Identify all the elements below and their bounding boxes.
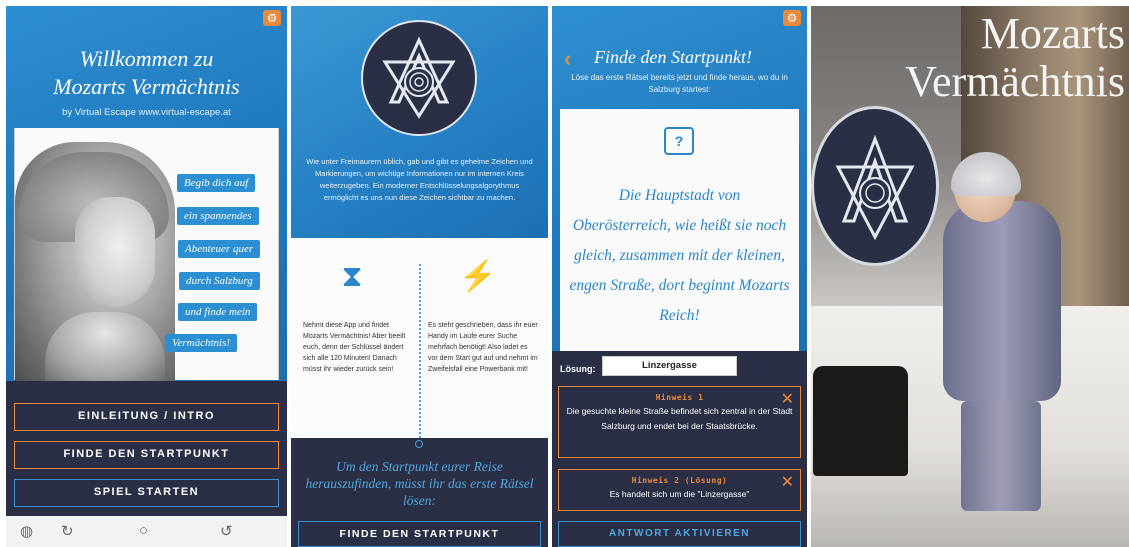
find-startpoint-button[interactable]: FINDE DEN STARTPUNKT (298, 521, 541, 547)
android-navbar: ◍ ↻ ○ ↺ (6, 516, 287, 547)
chevron-left-icon[interactable]: ‹ (564, 46, 571, 72)
time-warning-text: Nehmt diese App und findet Mozarts Vermä… (303, 322, 406, 373)
speech-bubble-4: durch Salzburg (179, 272, 260, 290)
ar-mozart-legs (961, 401, 1041, 511)
hint-1-title: Hinweis 1 (655, 393, 704, 402)
app-icon[interactable]: ◍ (20, 522, 33, 540)
speech-bubble-2: ein spannendes (177, 207, 259, 225)
riddle-screen: ⚙ ‹ Finde den Startpunkt! Löse das erste… (552, 6, 807, 547)
info-section: ⧗ ⚡ Nehmt diese App und findet Mozarts V… (291, 238, 548, 438)
hint-2-title: Hinweis 2 (Lösung) (631, 476, 728, 485)
answer-area: Lösung: Linzergasse Hinweis 1 Die gesuch… (552, 351, 807, 547)
riddle-call-to-action: Um den Startpunkt eurer Reise herauszufi… (305, 459, 534, 508)
intro-header: Wie unter Freimaurern üblich, gab und gi… (291, 6, 548, 238)
intro-screen: Wie unter Freimaurern üblich, gab und gi… (291, 6, 548, 547)
header-area: ⚙ Willkommen zu Mozarts Vermächtnis by V… (6, 6, 287, 382)
solution-label: Lösung: (560, 364, 596, 374)
hint-card-1: Hinweis 1 Die gesuchte kleine Straße bef… (558, 386, 801, 458)
start-game-button[interactable]: SPIEL STARTEN (14, 479, 279, 507)
home-icon[interactable]: ○ (139, 522, 148, 539)
portrait-card: Begib dich auf ein spannendes Abenteuer … (14, 128, 279, 382)
screenshot-collage: ⚙ Willkommen zu Mozarts Vermächtnis by V… (0, 0, 1129, 547)
riddle-card: ? Die Hauptstadt von Oberösterreich, wie… (560, 109, 799, 351)
close-icon[interactable]: ✕ (781, 472, 794, 492)
hint-2-text: Es handelt sich um die "Linzergasse" (609, 489, 750, 499)
speech-bubble-5: und finde mein (178, 303, 258, 321)
page-title: Finde den Startpunkt! (594, 47, 752, 67)
ar-mozart-coat (943, 201, 1061, 401)
ar-camera-view: Mozarts Vermächtnis (811, 6, 1129, 547)
portrait-collar (45, 312, 165, 382)
close-icon[interactable]: ✕ (781, 389, 794, 409)
speech-bubble-3: Abenteuer quer (178, 240, 261, 258)
timeline-end-dot (415, 440, 423, 448)
hint-card-2: Hinweis 2 (Lösung) Es handelt sich um di… (558, 469, 801, 511)
intro-button[interactable]: EINLEITUNG / INTRO (14, 403, 279, 431)
recent-apps-icon[interactable]: ↻ (61, 522, 74, 540)
byline: by Virtual Escape www.virtual-escape.at (62, 107, 231, 118)
ar-title-line1: Mozarts (980, 9, 1125, 58)
riddle-header: ⚙ ‹ Finde den Startpunkt! Löse das erste… (552, 6, 807, 351)
portrait-face (75, 197, 155, 307)
activate-answer-button[interactable]: ANTWORT AKTIVIEREN (558, 521, 801, 547)
back-icon[interactable]: ↺ (220, 522, 233, 540)
intro-text: Wie unter Freimaurern üblich, gab und gi… (306, 157, 533, 202)
intro-footer: Um den Startpunkt eurer Reise herauszufi… (291, 438, 548, 547)
scroll-question-icon: ? (664, 127, 694, 155)
desk-phone (813, 366, 908, 476)
ar-title-line2: Vermächtnis (905, 57, 1125, 106)
timeline-divider (419, 264, 422, 438)
speech-bubble-1: Begib dich auf (177, 174, 256, 192)
hint-1-text: Die gesuchte kleine Straße befindet sich… (566, 406, 793, 431)
gear-icon[interactable]: ⚙ (263, 10, 281, 26)
welcome-title-line1: Willkommen zu (79, 46, 214, 71)
mozart-portrait (15, 142, 175, 382)
riddle-text: Die Hauptstadt von Oberösterreich, wie h… (569, 187, 790, 324)
speech-bubble-6: Vermächtnis! (165, 334, 238, 352)
welcome-screen: ⚙ Willkommen zu Mozarts Vermächtnis by V… (6, 6, 287, 547)
solution-input[interactable]: Linzergasse (602, 356, 737, 376)
ar-freemason-emblem-icon (811, 106, 939, 266)
gear-icon[interactable]: ⚙ (783, 10, 801, 26)
freemason-emblem-icon (361, 20, 477, 136)
battery-warning-text: Es steht geschrieben, dass ihr euer Hand… (428, 322, 538, 373)
ar-background-photo: Mozarts Vermächtnis (811, 6, 1129, 547)
hourglass-icon: ⧗ (341, 260, 363, 293)
powerbank-icon: ⚡ (459, 260, 497, 293)
page-subtitle: Löse das erste Rätsel bereits jetzt und … (571, 73, 788, 94)
welcome-title-line2: Mozarts Vermächtnis (53, 74, 240, 99)
find-startpoint-button[interactable]: FINDE DEN STARTPUNKT (14, 441, 279, 469)
